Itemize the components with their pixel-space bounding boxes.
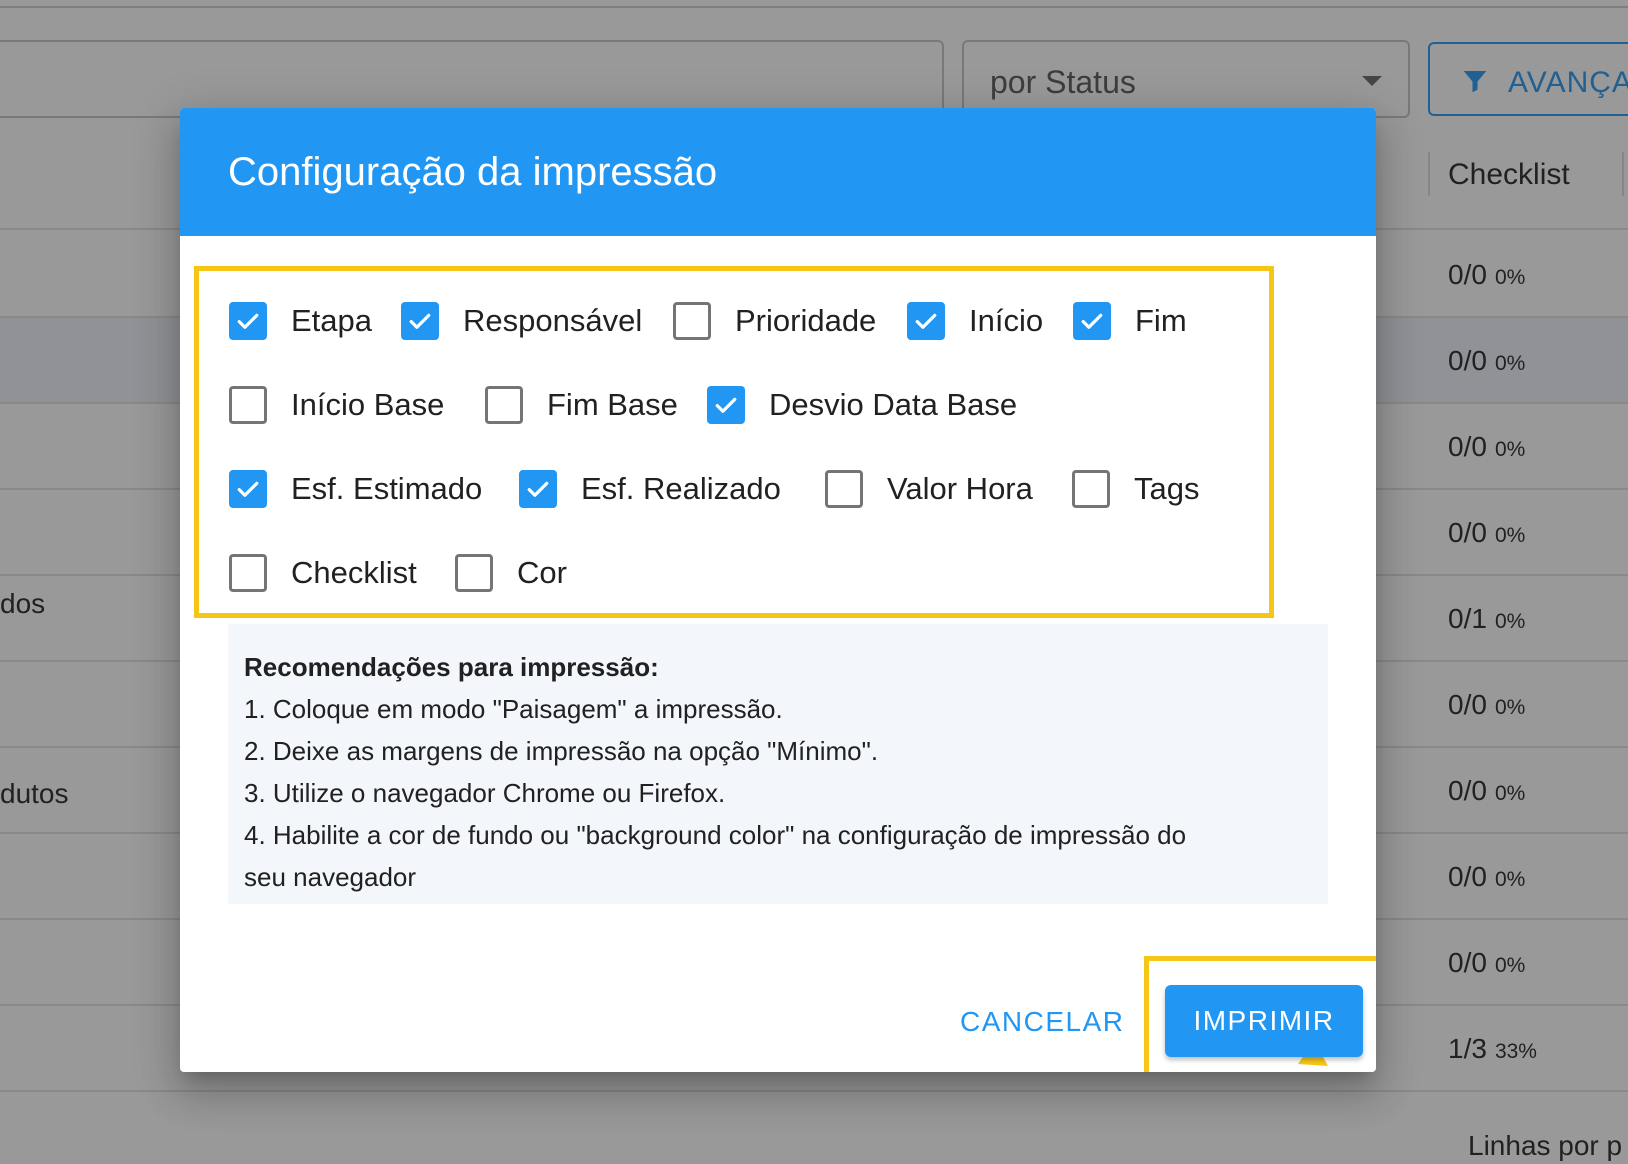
print-button[interactable]: IMPRIMIR xyxy=(1165,985,1363,1057)
checkbox[interactable] xyxy=(229,554,267,592)
checkmark-icon xyxy=(1081,313,1103,329)
checkbox[interactable] xyxy=(455,554,493,592)
option-label: Etapa xyxy=(291,303,373,338)
option-esf-realizado[interactable]: Esf. Realizado xyxy=(519,464,781,514)
checkmark-icon xyxy=(915,313,937,329)
option-valor-hora[interactable]: Valor Hora xyxy=(825,464,1033,514)
option-label: Início Base xyxy=(291,387,445,422)
checkbox[interactable] xyxy=(1072,470,1110,508)
checkmark-icon xyxy=(237,481,259,497)
recommendations-title: Recomendações para impressão: xyxy=(244,652,659,682)
checkbox[interactable] xyxy=(485,386,523,424)
recommendation-line: 3. Utilize o navegador Chrome ou Firefox… xyxy=(244,778,726,808)
option-label: Valor Hora xyxy=(887,471,1033,506)
option-label: Esf. Estimado xyxy=(291,471,483,506)
recommendation-line: seu navegador xyxy=(244,862,417,892)
recommendation-line: 4. Habilite a cor de fundo ou "backgroun… xyxy=(244,820,1187,850)
dialog-title: Configuração da impressão xyxy=(228,150,718,194)
checkmark-icon xyxy=(409,313,431,329)
checkbox[interactable] xyxy=(1073,302,1111,340)
checkbox[interactable] xyxy=(229,302,267,340)
option-inicio[interactable]: Início xyxy=(907,296,1043,346)
checkmark-icon xyxy=(527,481,549,497)
option-label: Tags xyxy=(1134,471,1200,506)
options-highlight-frame: Etapa Responsável Prioridade Início Fim … xyxy=(194,266,1274,618)
option-checklist[interactable]: Checklist xyxy=(229,548,417,598)
checkmark-icon xyxy=(715,397,737,413)
option-desvio-data-base[interactable]: Desvio Data Base xyxy=(707,380,1017,430)
recommendation-line: 2. Deixe as margens de impressão na opçã… xyxy=(244,736,879,766)
print-highlight-frame: IMPRIMIR xyxy=(1144,956,1376,1072)
option-responsavel[interactable]: Responsável xyxy=(401,296,642,346)
checkbox[interactable] xyxy=(229,470,267,508)
option-label: Responsável xyxy=(463,303,643,338)
checkbox[interactable] xyxy=(519,470,557,508)
checkbox[interactable] xyxy=(825,470,863,508)
option-cor[interactable]: Cor xyxy=(455,548,567,598)
option-label: Prioridade xyxy=(735,303,877,338)
option-label: Checklist xyxy=(291,555,417,590)
recommendation-line: 1. Coloque em modo "Paisagem" a impressã… xyxy=(244,694,783,724)
option-label: Fim Base xyxy=(547,387,678,422)
checkbox[interactable] xyxy=(707,386,745,424)
option-esf-estimado[interactable]: Esf. Estimado xyxy=(229,464,482,514)
option-label: Desvio Data Base xyxy=(769,387,1018,422)
option-inicio-base[interactable]: Início Base xyxy=(229,380,444,430)
cancel-button[interactable]: CANCELAR xyxy=(960,996,1140,1048)
checkmark-icon xyxy=(237,313,259,329)
dialog-header: Configuração da impressão xyxy=(180,108,1376,236)
print-recommendations: Recomendações para impressão: 1. Coloque… xyxy=(228,624,1328,904)
option-fim-base[interactable]: Fim Base xyxy=(485,380,678,430)
option-label: Esf. Realizado xyxy=(581,471,781,506)
checkbox[interactable] xyxy=(401,302,439,340)
option-label: Início xyxy=(969,303,1044,338)
option-label: Cor xyxy=(517,555,567,590)
checkbox[interactable] xyxy=(229,386,267,424)
option-etapa[interactable]: Etapa xyxy=(229,296,372,346)
option-prioridade[interactable]: Prioridade xyxy=(673,296,876,346)
option-fim[interactable]: Fim xyxy=(1073,296,1187,346)
print-settings-dialog: Configuração da impressão Etapa Responsá… xyxy=(180,108,1376,1072)
checkbox[interactable] xyxy=(673,302,711,340)
option-tags[interactable]: Tags xyxy=(1072,464,1199,514)
checkbox[interactable] xyxy=(907,302,945,340)
option-label: Fim xyxy=(1135,303,1187,338)
